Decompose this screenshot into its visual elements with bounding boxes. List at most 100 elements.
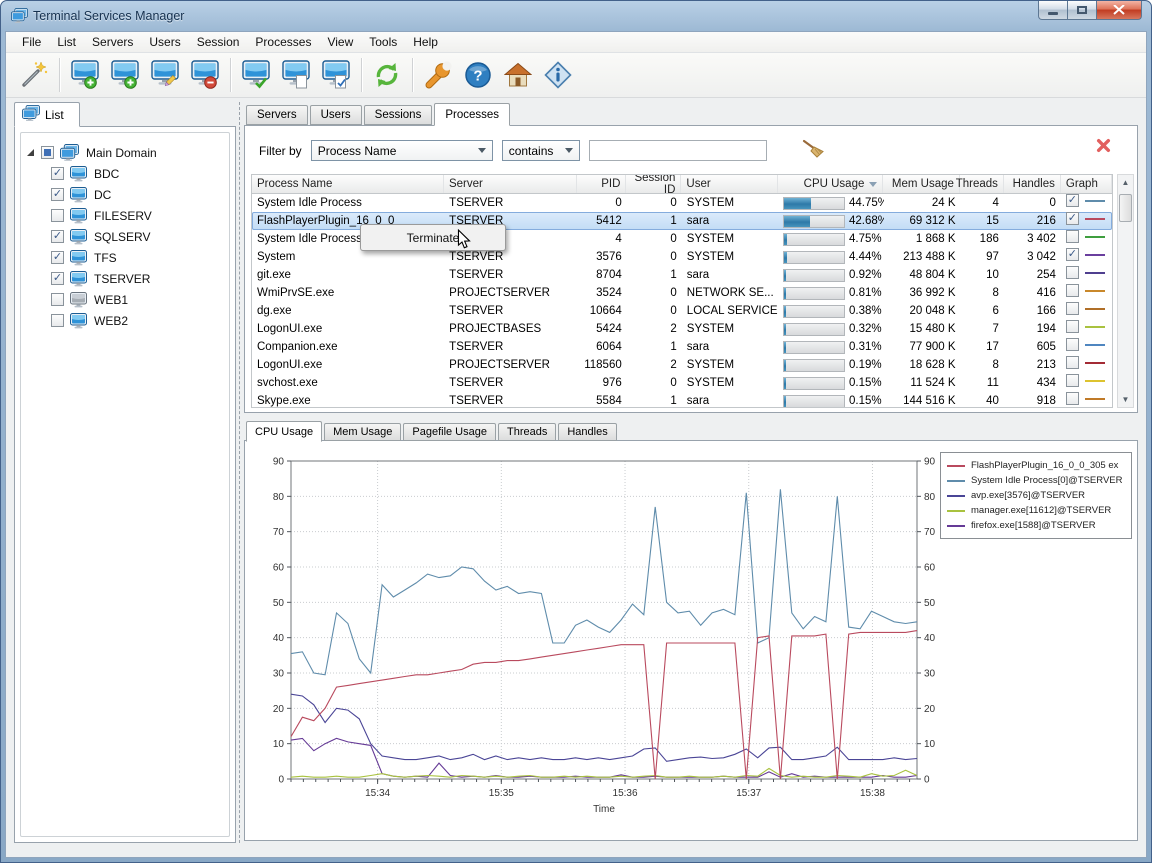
tree-item-dc[interactable]: ✓ DC xyxy=(25,184,225,205)
table-row[interactable]: Companion.exe TSERVER 6064 1 sara 0.31% 77 900… xyxy=(252,338,1112,356)
add-server-group-button[interactable] xyxy=(105,56,145,94)
server-label: TFS xyxy=(94,250,117,265)
magic-wand-button[interactable] xyxy=(14,56,54,94)
column-header-process-name[interactable]: Process Name xyxy=(252,175,444,193)
server-checkbox[interactable]: ✓ xyxy=(51,188,64,201)
scrollbar-thumb[interactable] xyxy=(1119,194,1132,222)
tab-processes[interactable]: Processes xyxy=(434,103,511,126)
refresh-button[interactable] xyxy=(367,56,407,94)
table-row[interactable]: System Idle Process TSERVER 0 0 SYSTEM 44.75%… xyxy=(252,194,1112,212)
scroll-down-icon[interactable]: ▼ xyxy=(1118,392,1133,407)
server-checkbox[interactable]: ✓ xyxy=(51,272,64,285)
tree-root-checkbox[interactable] xyxy=(41,146,54,159)
column-header-graph[interactable]: Graph xyxy=(1061,175,1112,193)
tab-cpu-usage[interactable]: CPU Usage xyxy=(246,421,323,442)
server-checkbox[interactable]: ✓ xyxy=(51,167,64,180)
menu-item-processes[interactable]: Processes xyxy=(247,33,319,51)
filter-field-combobox[interactable]: Process Name xyxy=(310,140,493,161)
column-header-cpu-usage[interactable]: CPU Usage xyxy=(778,175,884,193)
tab-threads[interactable]: Threads xyxy=(497,423,557,441)
broom-icon[interactable] xyxy=(802,139,826,162)
tab-servers[interactable]: Servers xyxy=(246,105,308,125)
server-checkbox[interactable]: ✓ xyxy=(51,251,64,264)
column-header-pid[interactable]: PID xyxy=(577,175,627,193)
table-row[interactable]: git.exe TSERVER 8704 1 sara 0.92% 48 804 K 10 25… xyxy=(252,266,1112,284)
tree-item-fileserv[interactable]: FILESERV xyxy=(25,205,225,226)
about-button[interactable] xyxy=(538,56,578,94)
minimize-button[interactable] xyxy=(1038,1,1068,20)
tab-pagefile-usage[interactable]: Pagefile Usage xyxy=(403,423,496,441)
graph-checkbox[interactable]: ✓ xyxy=(1065,212,1079,225)
connect-check-button[interactable] xyxy=(236,56,276,94)
maximize-button[interactable] xyxy=(1068,1,1096,20)
panel-splitter[interactable] xyxy=(239,102,242,843)
server-checkbox[interactable] xyxy=(51,209,64,222)
graph-checkbox[interactable] xyxy=(1065,302,1079,315)
menu-item-view[interactable]: View xyxy=(319,33,361,51)
graph-checkbox[interactable]: ✓ xyxy=(1065,248,1079,261)
graph-checkbox[interactable] xyxy=(1065,230,1079,243)
connect-select-button[interactable] xyxy=(316,56,356,94)
title-bar[interactable]: Terminal Services Manager xyxy=(1,1,1151,31)
wrench-button[interactable] xyxy=(418,56,458,94)
sidebar-tab-list[interactable]: List xyxy=(14,102,80,127)
server-checkbox[interactable] xyxy=(51,293,64,306)
help-button[interactable]: ? xyxy=(458,56,498,94)
graph-checkbox[interactable] xyxy=(1065,392,1079,405)
server-checkbox[interactable]: ✓ xyxy=(51,230,64,243)
menu-item-file[interactable]: File xyxy=(14,33,49,51)
filter-operator-combobox[interactable]: contains xyxy=(501,140,580,161)
table-row[interactable]: LogonUI.exe PROJECTSERVER 118560 2 SYSTEM 0.1… xyxy=(252,356,1112,374)
add-server-button[interactable] xyxy=(65,56,105,94)
menu-item-list[interactable]: List xyxy=(49,33,84,51)
table-row[interactable]: LogonUI.exe PROJECTBASES 5424 2 SYSTEM 0.32% 1… xyxy=(252,320,1112,338)
graph-checkbox[interactable]: ✓ xyxy=(1065,194,1079,207)
tree-item-tserver[interactable]: ✓ TSERVER xyxy=(25,268,225,289)
connect-page-button[interactable] xyxy=(276,56,316,94)
graph-checkbox[interactable] xyxy=(1065,284,1079,297)
column-header-threads[interactable]: Threads xyxy=(956,175,1004,193)
column-header-session-id[interactable]: Session ID xyxy=(626,175,682,196)
column-header-handles[interactable]: Handles xyxy=(1004,175,1061,193)
remove-server-button[interactable] xyxy=(185,56,225,94)
scroll-up-icon[interactable]: ▲ xyxy=(1118,175,1133,190)
menu-item-help[interactable]: Help xyxy=(405,33,446,51)
filter-text-input[interactable] xyxy=(588,140,767,161)
tree-item-sqlserv[interactable]: ✓ SQLSERV xyxy=(25,226,225,247)
graph-checkbox[interactable] xyxy=(1065,356,1079,369)
menu-item-users[interactable]: Users xyxy=(141,33,188,51)
server-checkbox[interactable] xyxy=(51,314,64,327)
graph-checkbox[interactable] xyxy=(1065,266,1079,279)
context-menu-item-terminate[interactable]: Terminate xyxy=(407,231,460,245)
tree-item-web1[interactable]: WEB1 xyxy=(25,289,225,310)
tab-sessions[interactable]: Sessions xyxy=(363,105,433,125)
tab-handles[interactable]: Handles xyxy=(558,423,617,441)
tab-mem-usage[interactable]: Mem Usage xyxy=(324,423,402,441)
column-header-user[interactable]: User xyxy=(681,175,778,193)
tree-expander-icon[interactable] xyxy=(25,148,35,157)
tree-item-tfs[interactable]: ✓ TFS xyxy=(25,247,225,268)
home-button[interactable] xyxy=(498,56,538,94)
tree-item-web2[interactable]: WEB2 xyxy=(25,310,225,331)
cell-graph xyxy=(1061,302,1112,320)
graph-checkbox[interactable] xyxy=(1065,338,1079,351)
close-filter-icon[interactable] xyxy=(1096,138,1111,158)
tree-root-main-domain[interactable]: Main Domain xyxy=(25,142,225,163)
table-row[interactable]: Skype.exe TSERVER 5584 1 sara 0.15% 144 516 K 4… xyxy=(252,392,1112,407)
tab-users[interactable]: Users xyxy=(309,105,362,125)
table-scrollbar[interactable]: ▲ ▼ xyxy=(1117,174,1134,408)
graph-checkbox[interactable] xyxy=(1065,374,1079,387)
close-button[interactable] xyxy=(1096,1,1142,20)
cell-handles: 605 xyxy=(1036,341,1056,353)
table-row[interactable]: svchost.exe TSERVER 976 0 SYSTEM 0.15% 11 524 … xyxy=(252,374,1112,392)
edit-server-button[interactable] xyxy=(145,56,185,94)
menu-item-tools[interactable]: Tools xyxy=(361,33,405,51)
table-row[interactable]: dg.exe TSERVER 10664 0 LOCAL SERVICE 0.38% 20 … xyxy=(252,302,1112,320)
graph-checkbox[interactable] xyxy=(1065,320,1079,333)
column-header-mem-usage[interactable]: Mem Usage xyxy=(883,175,960,193)
tree-item-bdc[interactable]: ✓ BDC xyxy=(25,163,225,184)
table-row[interactable]: WmiPrvSE.exe PROJECTSERVER 3524 0 NETWORK SE… xyxy=(252,284,1112,302)
column-header-server[interactable]: Server xyxy=(444,175,578,193)
menu-item-session[interactable]: Session xyxy=(189,33,248,51)
menu-item-servers[interactable]: Servers xyxy=(84,33,141,51)
